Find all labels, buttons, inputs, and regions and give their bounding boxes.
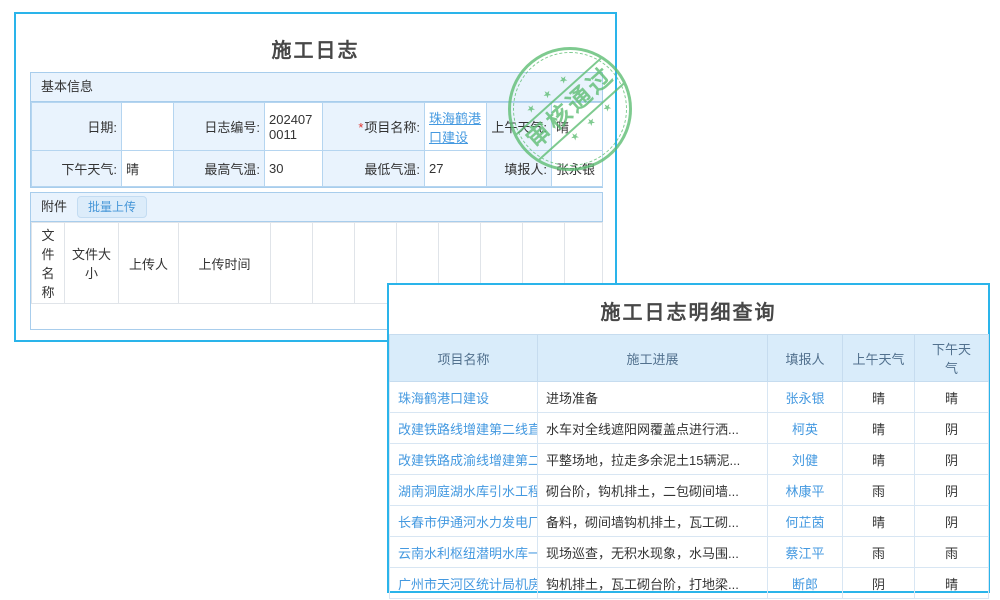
progress-text: 平整场地，拉走多余泥土15辆泥... xyxy=(538,444,768,475)
pm-weather-value: 晴 xyxy=(915,382,989,413)
col-project-name: 项目名称 xyxy=(390,335,538,382)
table-row: 改建铁路成渝线增建第二直通线平整场地，拉走多余泥土15辆泥...刘健晴阴 xyxy=(390,444,989,475)
progress-text: 现场巡查，无积水现象，水马围... xyxy=(538,537,768,568)
col-reporter: 填报人 xyxy=(768,335,843,382)
date-field[interactable] xyxy=(122,103,174,151)
progress-text: 钩机排土，瓦工砌台阶，打地梁... xyxy=(538,568,768,599)
attachment-empty-column xyxy=(313,223,355,304)
project-name-link[interactable]: 改建铁路成渝线增建第二直通线 xyxy=(390,444,538,475)
progress-text: 进场准备 xyxy=(538,382,768,413)
project-name-link[interactable]: 长春市伊通河水力发电厂改建工 xyxy=(390,506,538,537)
required-mark: * xyxy=(358,120,363,135)
am-weather-value: 晴 xyxy=(843,413,915,444)
reporter-value: 张永银 xyxy=(552,151,603,187)
project-name-label: *项目名称: xyxy=(323,103,425,151)
project-name-link[interactable]: 云南水利枢纽潜明水库一期工程 xyxy=(390,537,538,568)
basic-info-title: 基本信息 xyxy=(41,75,93,99)
max-temp-label: 最高气温: xyxy=(174,151,265,187)
detail-query-title: 施工日志明细查询 xyxy=(389,285,988,334)
attachment-col-filesize: 文件大小 xyxy=(65,223,119,304)
reporter-link[interactable]: 断郎 xyxy=(768,568,843,599)
pm-weather-value: 晴 xyxy=(915,568,989,599)
reporter-link[interactable]: 蔡江平 xyxy=(768,537,843,568)
basic-info-section-header: 基本信息 xyxy=(31,73,602,102)
reporter-link[interactable]: 张永银 xyxy=(768,382,843,413)
batch-upload-button[interactable]: 批量上传 xyxy=(77,196,147,218)
reporter-link[interactable]: 刘健 xyxy=(768,444,843,475)
attachment-col-filename: 文件名称 xyxy=(32,223,65,304)
am-weather-value: 晴 xyxy=(843,382,915,413)
pm-weather-value: 雨 xyxy=(915,537,989,568)
col-am-weather: 上午天气 xyxy=(843,335,915,382)
pm-weather-value: 阴 xyxy=(915,506,989,537)
basic-info-section: 基本信息 日期: 日志编号: 2024070011 *项目名称: 珠海鹤港口建设… xyxy=(30,72,603,188)
am-weather-label: 上午天气: xyxy=(487,103,552,151)
basic-info-table: 日期: 日志编号: 2024070011 *项目名称: 珠海鹤港口建设 上午天气… xyxy=(31,102,603,187)
col-pm-weather: 下午天气 xyxy=(915,335,989,382)
log-number-value: 2024070011 xyxy=(265,103,323,151)
reporter-link[interactable]: 柯英 xyxy=(768,413,843,444)
project-name-link[interactable]: 珠海鹤港口建设 xyxy=(390,382,538,413)
attachments-section-header: 附件 批量上传 xyxy=(31,193,602,222)
progress-text: 备料，砌间墙钩机排土，瓦工砌... xyxy=(538,506,768,537)
reporter-link[interactable]: 林康平 xyxy=(768,475,843,506)
col-progress: 施工进展 xyxy=(538,335,768,382)
min-temp-label: 最低气温: xyxy=(323,151,425,187)
log-detail-query-panel: 施工日志明细查询 项目名称 施工进展 填报人 上午天气 下午天气 珠海鹤港口建设… xyxy=(387,283,990,593)
pm-weather-label: 下午天气: xyxy=(32,151,122,187)
project-name-link[interactable]: 湖南洞庭湖水库引水工程施工项 xyxy=(390,475,538,506)
date-label: 日期: xyxy=(32,103,122,151)
progress-text: 砌台阶，钩机排土，二包砌间墙... xyxy=(538,475,768,506)
table-row: 湖南洞庭湖水库引水工程施工项砌台阶，钩机排土，二包砌间墙...林康平雨阴 xyxy=(390,475,989,506)
pm-weather-value: 阴 xyxy=(915,413,989,444)
progress-text: 水车对全线遮阳网覆盖点进行洒... xyxy=(538,413,768,444)
table-row: 广州市天河区统计局机房改造项钩机排土，瓦工砌台阶，打地梁...断郎阴晴 xyxy=(390,568,989,599)
project-name-cell: 珠海鹤港口建设 xyxy=(425,103,487,151)
attachment-empty-column xyxy=(271,223,313,304)
max-temp-value: 30 xyxy=(265,151,323,187)
am-weather-value: 阴 xyxy=(843,568,915,599)
pm-weather-value: 晴 xyxy=(122,151,174,187)
am-weather-value: 晴 xyxy=(552,103,603,151)
am-weather-value: 雨 xyxy=(843,475,915,506)
reporter-label: 填报人: xyxy=(487,151,552,187)
reporter-link[interactable]: 何芷茵 xyxy=(768,506,843,537)
table-row: 改建铁路线增建第二线直通线水车对全线遮阳网覆盖点进行洒...柯英晴阴 xyxy=(390,413,989,444)
table-row: 珠海鹤港口建设进场准备张永银晴晴 xyxy=(390,382,989,413)
table-row: 长春市伊通河水力发电厂改建工备料，砌间墙钩机排土，瓦工砌...何芷茵晴阴 xyxy=(390,506,989,537)
am-weather-value: 雨 xyxy=(843,537,915,568)
detail-table-header-row: 项目名称 施工进展 填报人 上午天气 下午天气 xyxy=(390,335,989,382)
pm-weather-value: 阴 xyxy=(915,475,989,506)
project-name-link[interactable]: 改建铁路线增建第二线直通线 xyxy=(390,413,538,444)
attachment-col-uploader: 上传人 xyxy=(119,223,179,304)
attachments-title: 附件 xyxy=(41,195,67,219)
project-name-link[interactable]: 珠海鹤港口建设 xyxy=(429,111,481,145)
table-row: 云南水利枢纽潜明水库一期工程现场巡查，无积水现象，水马围...蔡江平雨雨 xyxy=(390,537,989,568)
page-title: 施工日志 xyxy=(16,14,615,63)
project-name-link[interactable]: 广州市天河区统计局机房改造项 xyxy=(390,568,538,599)
pm-weather-value: 阴 xyxy=(915,444,989,475)
log-detail-table: 项目名称 施工进展 填报人 上午天气 下午天气 珠海鹤港口建设进场准备张永银晴晴… xyxy=(389,334,989,599)
am-weather-value: 晴 xyxy=(843,506,915,537)
min-temp-value: 27 xyxy=(425,151,487,187)
am-weather-value: 晴 xyxy=(843,444,915,475)
attachment-col-uploadtime: 上传时间 xyxy=(179,223,271,304)
log-number-label: 日志编号: xyxy=(174,103,265,151)
